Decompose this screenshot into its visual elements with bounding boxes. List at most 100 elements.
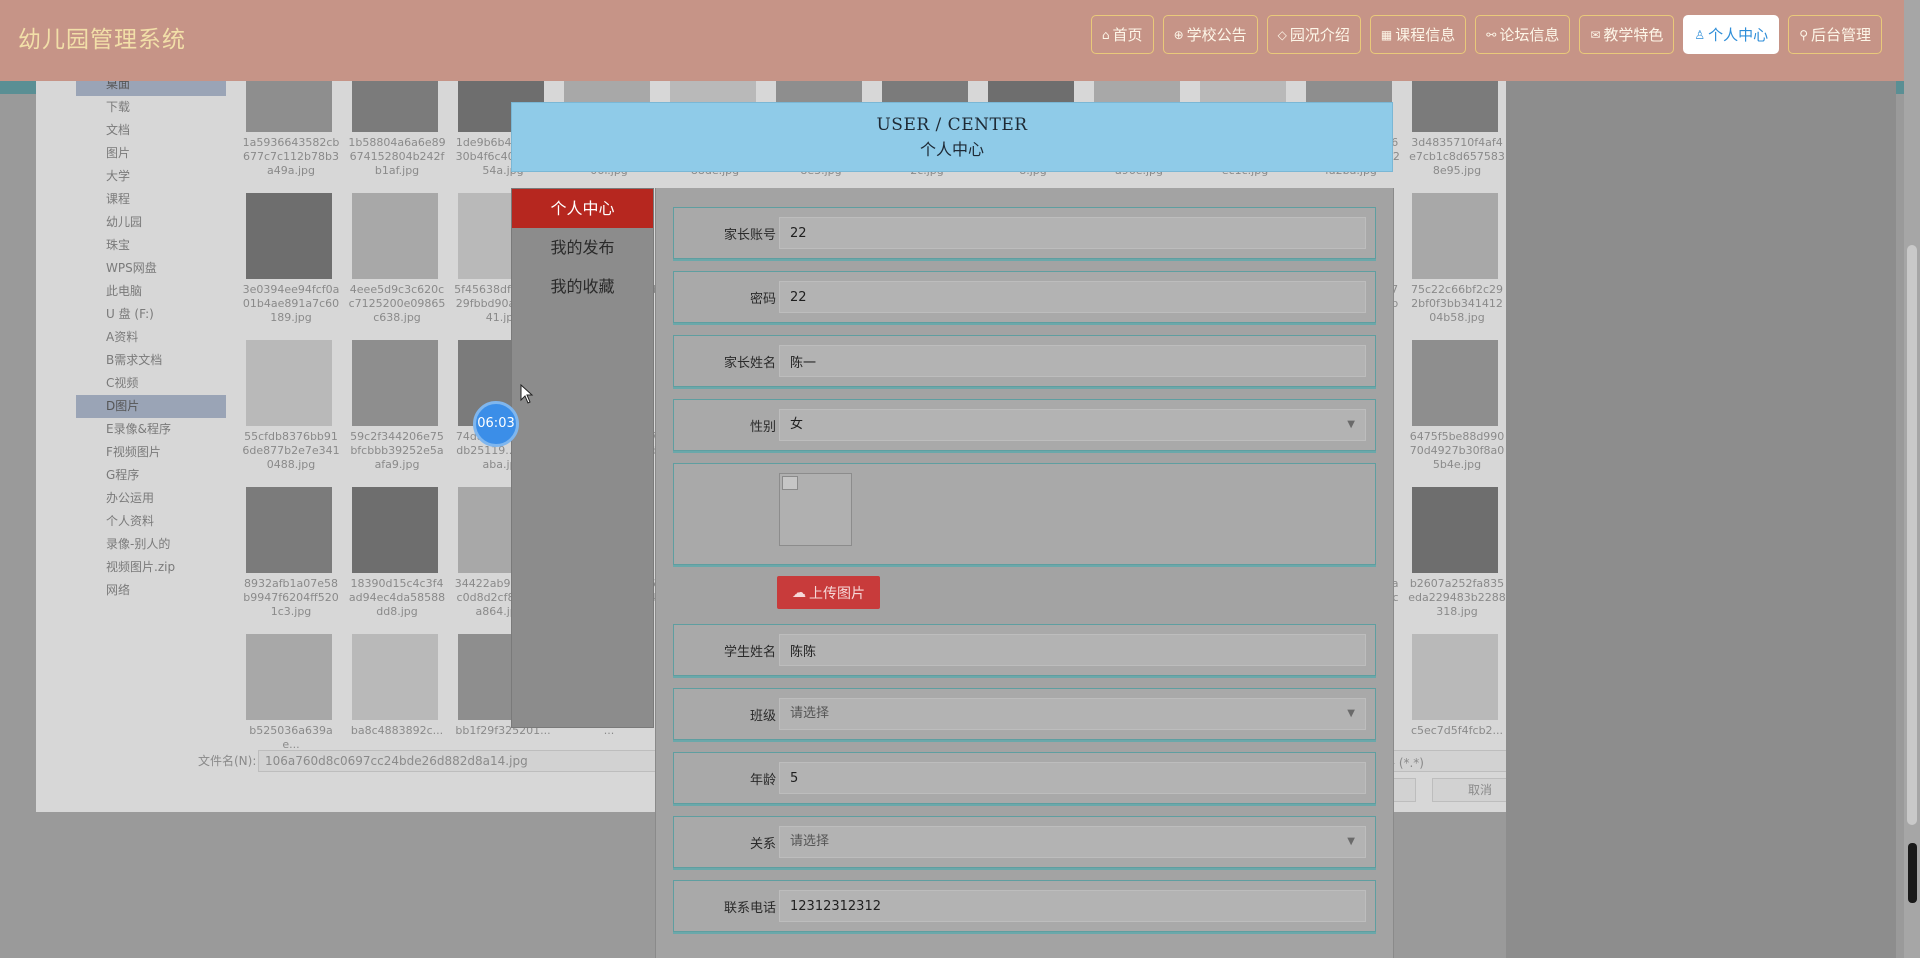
dialog-nav-item[interactable]: 此电脑: [76, 280, 226, 303]
broken-image-icon: [782, 476, 798, 490]
dialog-nav-item[interactable]: F视频图片: [76, 441, 226, 464]
file-thumbnail: [246, 634, 332, 720]
file-item[interactable]: 75c22c66bf2c292bf0f3bb34141204b58.jpg: [1411, 193, 1518, 340]
age-input[interactable]: [779, 762, 1366, 794]
file-name: 3e0394ee94fcf0a01b4ae891a7c60189.jpg: [242, 283, 340, 324]
file-item[interactable]: 55cfdb8376bb916de877b2e7e3410488.jpg: [242, 340, 352, 487]
file-item[interactable]: b2607a252fa835eda229483b2288318.jpg: [1408, 487, 1518, 634]
dialog-nav-item[interactable]: 图片: [76, 142, 226, 165]
file-name: 59c2f344206e75bfcbbb39252e5aafa9.jpg: [350, 430, 444, 471]
dialog-nav-item[interactable]: 办公运用: [76, 487, 226, 510]
phone-label: 联系电话: [723, 901, 776, 916]
site-brand[interactable]: 幼儿园管理系统: [18, 20, 186, 54]
page-right-area: [1506, 0, 1896, 958]
nav-icon: ✉: [1590, 27, 1601, 42]
scrollbar-handle[interactable]: [1908, 843, 1917, 903]
file-thumbnail: [246, 487, 332, 573]
file-thumbnail: [352, 340, 438, 426]
nav-label: 课程信息: [1395, 26, 1456, 44]
file-name: 3d4835710f4af4e7cb1c8d6575838e95.jpg: [1409, 136, 1505, 177]
nav-label: 学校公告: [1186, 26, 1247, 44]
dialog-nav-item[interactable]: 文档: [76, 119, 226, 142]
dialog-nav-item[interactable]: G程序: [76, 464, 226, 487]
side-menu-item-0[interactable]: 个人中心: [512, 189, 653, 228]
dialog-nav-item[interactable]: 珠宝: [76, 234, 226, 257]
nav-button-5[interactable]: ✉ 教学特色: [1579, 15, 1675, 54]
upload-image-button[interactable]: ☁ 上传图片: [777, 576, 880, 609]
user-center-title-cn: 个人中心: [919, 140, 984, 159]
file-name: 18390d15c4c3f4ad94ec4da58588dd8.jpg: [348, 577, 446, 618]
file-name: 75c22c66bf2c292bf0f3bb34141204b58.jpg: [1411, 283, 1503, 324]
student-name-row: 学生姓名: [673, 624, 1376, 676]
dialog-nav-item[interactable]: 下载: [76, 96, 226, 119]
side-menu-item-1[interactable]: 我的发布: [512, 228, 653, 267]
user-center-header: USER / CENTER 个人中心: [511, 102, 1393, 172]
parent-name-input[interactable]: [779, 345, 1366, 377]
side-menu-item-2[interactable]: 我的收藏: [512, 267, 653, 306]
nav-icon: ⌂: [1101, 27, 1110, 42]
nav-button-2[interactable]: ◇ 园况介绍: [1266, 15, 1361, 54]
password-input[interactable]: [779, 281, 1366, 313]
class-select[interactable]: 请选择 ▼: [779, 698, 1366, 730]
nav-icon: ⊕: [1173, 27, 1184, 42]
file-name: 8932afb1a07e58b9947f6204ff5201c3.jpg: [243, 577, 339, 618]
file-name: b2607a252fa835eda229483b2288318.jpg: [1408, 577, 1506, 618]
dialog-nav-item[interactable]: 网络: [76, 579, 226, 602]
file-item[interactable]: 3e0394ee94fcf0a01b4ae891a7c60189.jpg: [243, 193, 352, 340]
dialog-nav-item[interactable]: A资料: [76, 326, 226, 349]
file-item[interactable]: 59c2f344206e75bfcbbb39252e5aafa9.jpg: [350, 340, 458, 487]
file-name: ba8c4883892c...: [350, 724, 444, 737]
file-thumbnail: [1412, 193, 1498, 279]
dialog-nav-item[interactable]: D图片: [76, 395, 226, 418]
main-nav: ⌂ 首页 ⊕ 学校公告 ◇ 园况介绍 ▦ 课程信息 ⚯ 论坛信息 ✉ 教学特色 ♙ 个人中心 ⚲ 后台管理: [1090, 15, 1882, 54]
account-input[interactable]: [779, 217, 1366, 249]
dialog-nav-item[interactable]: 幼儿园: [76, 211, 226, 234]
nav-button-0[interactable]: ⌂ 首页: [1090, 15, 1154, 54]
mouse-cursor-icon: [520, 384, 534, 404]
dialog-nav-item[interactable]: C视频: [76, 372, 226, 395]
nav-icon: ⚲: [1799, 27, 1808, 42]
phone-input[interactable]: [779, 890, 1366, 922]
dialog-nav-item[interactable]: 视频图片.zip: [76, 556, 226, 579]
file-thumbnail: [1412, 340, 1498, 426]
nav-button-4[interactable]: ⚯ 论坛信息: [1475, 15, 1571, 54]
nav-label: 后台管理: [1810, 26, 1871, 44]
student-name-input[interactable]: [779, 634, 1366, 666]
dialog-nav-item[interactable]: B需求文档: [76, 349, 226, 372]
dialog-nav-item[interactable]: WPS网盘: [76, 257, 226, 280]
parent-name-label: 家长姓名: [723, 356, 776, 371]
relation-select[interactable]: 请选择 ▼: [779, 826, 1366, 858]
file-item[interactable]: 4eee5d9c3c620cc7125200e09865c638.jpg: [349, 193, 458, 340]
dialog-nav-item[interactable]: 课程: [76, 188, 226, 211]
nav-button-6[interactable]: ♙ 个人中心: [1683, 15, 1780, 54]
nav-label: 首页: [1112, 26, 1143, 44]
file-thumbnail: [352, 634, 438, 720]
nav-button-3[interactable]: ▦ 课程信息: [1369, 15, 1467, 54]
file-name: b525036a639ae...: [249, 724, 333, 751]
nav-button-1[interactable]: ⊕ 学校公告: [1162, 15, 1258, 54]
nav-label: 论坛信息: [1499, 26, 1560, 44]
nav-button-7[interactable]: ⚲ 后台管理: [1788, 15, 1882, 54]
avatar-preview: [779, 473, 852, 546]
relation-value: 请选择: [790, 834, 830, 849]
dialog-nav-item[interactable]: U 盘 (F:): [76, 303, 226, 326]
gender-label: 性别: [749, 420, 776, 435]
dialog-nav-item[interactable]: 个人资料: [76, 510, 226, 533]
file-name: 55cfdb8376bb916de877b2e7e3410488.jpg: [242, 430, 340, 471]
file-item[interactable]: 6475f5be88d99070d4927b30f8a05b4e.jpg: [1410, 340, 1518, 487]
gender-select[interactable]: 女 ▼: [779, 409, 1366, 441]
account-label: 家长账号: [723, 228, 776, 243]
file-item[interactable]: 8932afb1a07e58b9947f6204ff5201c3.jpg: [243, 487, 352, 634]
profile-form: 家长账号 密码 家长姓名 性别 女 ▼ ☁ 上传图片 学生姓名 班级 请选择 ▼: [655, 188, 1394, 958]
file-thumbnail: [246, 193, 332, 279]
dialog-nav-item[interactable]: 大学: [76, 165, 226, 188]
scrollbar-thumb[interactable]: [1907, 245, 1917, 825]
age-label: 年龄: [749, 773, 776, 788]
dialog-nav-item[interactable]: E录像&程序: [76, 418, 226, 441]
file-item[interactable]: 18390d15c4c3f4ad94ec4da58588dd8.jpg: [349, 487, 458, 634]
relation-label: 关系: [749, 837, 776, 852]
chevron-down-icon: ▼: [1347, 419, 1355, 430]
dialog-nav-item[interactable]: 录像-别人的: [76, 533, 226, 556]
avatar-row: [673, 463, 1376, 565]
account-row: 家长账号: [673, 207, 1376, 259]
